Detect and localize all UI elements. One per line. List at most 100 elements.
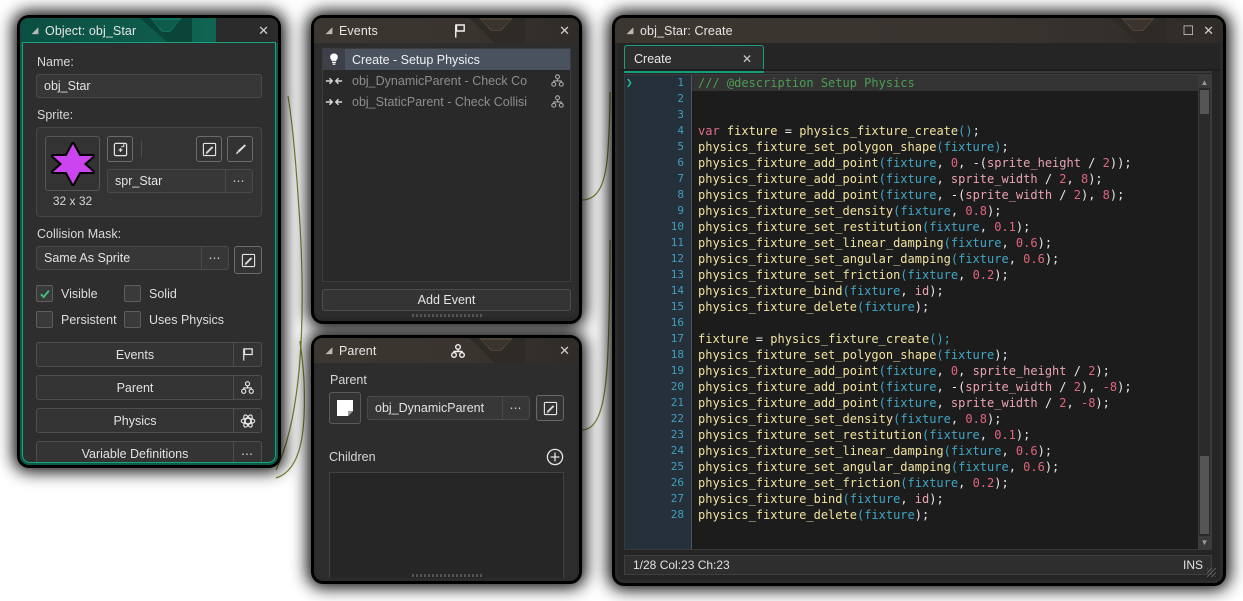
code-line[interactable]: physics_fixture_set_friction(fixture, 0.… — [692, 267, 1211, 283]
parent-panel-titlebar[interactable]: ◢ Parent ✕ — [314, 338, 579, 363]
resize-grip[interactable] — [411, 574, 482, 577]
code-line[interactable]: physics_fixture_set_friction(fixture, 0.… — [692, 475, 1211, 491]
events-panel-titlebar[interactable]: ◢ Events ✕ — [314, 18, 579, 43]
code-line[interactable]: physics_fixture_add_point(fixture, sprit… — [692, 395, 1211, 411]
code-line[interactable]: physics_fixture_add_point(fixture, 0, sp… — [692, 363, 1211, 379]
collapse-arrow-icon[interactable]: ◢ — [314, 18, 339, 43]
event-list-item[interactable]: obj_StaticParent - Check Collisi — [323, 91, 570, 112]
code-line[interactable]: physics_fixture_add_point(fixture, -(spr… — [692, 379, 1211, 395]
code-line[interactable]: physics_fixture_set_density(fixture, 0.8… — [692, 411, 1211, 427]
checkbox-visible[interactable]: Visible — [36, 285, 124, 302]
scroll-down-arrow-icon[interactable]: ▼ — [1199, 536, 1210, 548]
event-list-item[interactable]: Create - Setup Physics — [323, 49, 570, 70]
code-line[interactable]: physics_fixture_set_angular_damping(fixt… — [692, 251, 1211, 267]
paint-sprite-button[interactable] — [227, 136, 253, 162]
collision-mask-menu-button[interactable]: ⋯ — [201, 246, 229, 270]
code-token: id — [914, 284, 930, 298]
resize-grip[interactable] — [411, 314, 482, 317]
events-panel-close-icon[interactable]: ✕ — [559, 24, 570, 37]
parent-object-selector[interactable]: obj_DynamicParent ⋯ — [367, 396, 530, 420]
scrollbar-thumb-top[interactable] — [1200, 90, 1209, 114]
code-line[interactable]: physics_fixture_set_linear_damping(fixtu… — [692, 443, 1211, 459]
code-line[interactable]: physics_fixture_set_restitution(fixture,… — [692, 427, 1211, 443]
code-token: , — [900, 284, 915, 298]
collapse-arrow-icon[interactable]: ◢ — [615, 18, 640, 43]
children-list[interactable] — [329, 472, 564, 578]
tab-create[interactable]: Create ✕ — [624, 45, 764, 71]
code-editor-close-icon[interactable]: ✕ — [1203, 24, 1214, 37]
scrollbar-thumb[interactable] — [1200, 456, 1209, 534]
parent-object-menu-button[interactable]: ⋯ — [502, 396, 530, 420]
code-line[interactable]: physics_fixture_add_point(fixture, -(spr… — [692, 187, 1211, 203]
code-line[interactable]: physics_fixture_add_point(fixture, sprit… — [692, 171, 1211, 187]
code-token: physics_fixture_delete — [698, 300, 857, 314]
events-button[interactable]: Events — [36, 342, 262, 367]
code-line[interactable]: physics_fixture_bind(fixture, id); — [692, 283, 1211, 299]
scroll-up-arrow-icon[interactable]: ▲ — [1199, 76, 1210, 88]
code-token: ); — [914, 508, 930, 522]
code-line[interactable]: physics_fixture_set_angular_damping(fixt… — [692, 459, 1211, 475]
parent-button[interactable]: Parent — [36, 375, 262, 400]
code-vertical-scrollbar[interactable]: ▲ ▼ — [1198, 75, 1211, 549]
sprite-name-input[interactable]: spr_Star — [107, 169, 225, 193]
code-line[interactable]: physics_fixture_bind(fixture, id); — [692, 491, 1211, 507]
sprite-selector[interactable]: spr_Star ⋯ — [107, 169, 253, 193]
checkbox-solid[interactable]: Solid — [124, 285, 177, 302]
code-line[interactable]: physics_fixture_add_point(fixture, 0, -(… — [692, 155, 1211, 171]
code-line[interactable] — [692, 315, 1211, 331]
code-token: , — [1001, 236, 1016, 250]
code-token: ) — [965, 124, 973, 138]
new-sprite-icon — [113, 142, 127, 156]
sprite-thumbnail[interactable] — [45, 136, 100, 191]
code-line[interactable]: var fixture = physics_fixture_create(); — [692, 123, 1211, 139]
collapse-arrow-icon[interactable]: ◢ — [314, 338, 339, 363]
tab-create-close-icon[interactable]: ✕ — [742, 52, 763, 66]
checkbox-solid-box[interactable] — [124, 285, 141, 302]
add-event-button[interactable]: Add Event — [322, 289, 571, 311]
variable-definitions-button[interactable]: Variable Definitions ⋯ — [36, 441, 262, 462]
code-line[interactable]: physics_fixture_set_polygon_shape(fixtur… — [692, 347, 1211, 363]
resize-grip[interactable] — [1207, 568, 1216, 577]
checkbox-persistent[interactable]: Persistent — [36, 311, 124, 328]
code-token: ); — [1109, 188, 1125, 202]
code-line[interactable]: physics_fixture_delete(fixture); — [692, 299, 1211, 315]
code-editor-area[interactable]: ❯ 1 2 3 4 5 6 7 8 9 10 11 12 13 14 15 16 17 18 19 20 21 22 23 2… — [624, 74, 1212, 550]
collision-mask-input[interactable]: Same As Sprite — [36, 246, 201, 270]
code-editor-titlebar[interactable]: ◢ obj_Star: Create ☐ ✕ — [615, 18, 1223, 43]
object-panel-titlebar[interactable]: ◢ Object: obj_Star ✕ — [20, 18, 278, 43]
code-editor-maximize-icon[interactable]: ☐ — [1182, 24, 1194, 37]
code-line[interactable]: physics_fixture_set_linear_damping(fixtu… — [692, 235, 1211, 251]
edit-collision-mask-button[interactable] — [234, 246, 262, 274]
collapse-arrow-icon[interactable]: ◢ — [20, 18, 45, 43]
code-line[interactable] — [692, 107, 1211, 123]
code-line[interactable] — [692, 91, 1211, 107]
code-line[interactable]: physics_fixture_delete(fixture); — [692, 507, 1211, 523]
edit-parent-button[interactable] — [536, 395, 564, 421]
new-sprite-button[interactable] — [107, 136, 133, 162]
sprite-menu-button[interactable]: ⋯ — [225, 169, 253, 193]
parent-panel-close-icon[interactable]: ✕ — [559, 344, 570, 357]
object-panel-close-icon[interactable]: ✕ — [258, 24, 269, 37]
code-line[interactable]: physics_fixture_set_polygon_shape(fixtur… — [692, 139, 1211, 155]
checkbox-persistent-box[interactable] — [36, 311, 53, 328]
checkbox-uses-physics[interactable]: Uses Physics — [124, 311, 224, 328]
code-line[interactable]: fixture = physics_fixture_create(); — [692, 331, 1211, 347]
checkbox-uses-physics-box[interactable] — [124, 311, 141, 328]
parent-tree-icon — [233, 376, 261, 399]
code-token: , -( — [958, 156, 988, 170]
code-token: , — [1008, 252, 1024, 266]
checkbox-visible-box[interactable] — [36, 285, 53, 302]
code-line[interactable]: /// @description Setup Physics — [692, 75, 1211, 91]
code-line[interactable]: physics_fixture_set_restitution(fixture,… — [692, 219, 1211, 235]
code-text[interactable]: /// @description Setup Physics var fixtu… — [692, 75, 1211, 549]
edit-sprite-button[interactable] — [196, 136, 222, 162]
physics-button[interactable]: Physics — [36, 408, 262, 433]
collision-mask-selector[interactable]: Same As Sprite ⋯ — [36, 246, 229, 274]
events-list[interactable]: Create - Setup Physics obj_DynamicParent … — [322, 48, 571, 282]
parent-object-input[interactable]: obj_DynamicParent — [367, 396, 502, 420]
plus-circle-icon[interactable] — [546, 448, 564, 466]
object-name-input[interactable]: obj_Star — [36, 74, 262, 98]
event-list-item[interactable]: obj_DynamicParent - Check Co — [323, 70, 570, 91]
parent-object-thumbnail[interactable] — [329, 392, 361, 424]
code-line[interactable]: physics_fixture_set_density(fixture, 0.8… — [692, 203, 1211, 219]
